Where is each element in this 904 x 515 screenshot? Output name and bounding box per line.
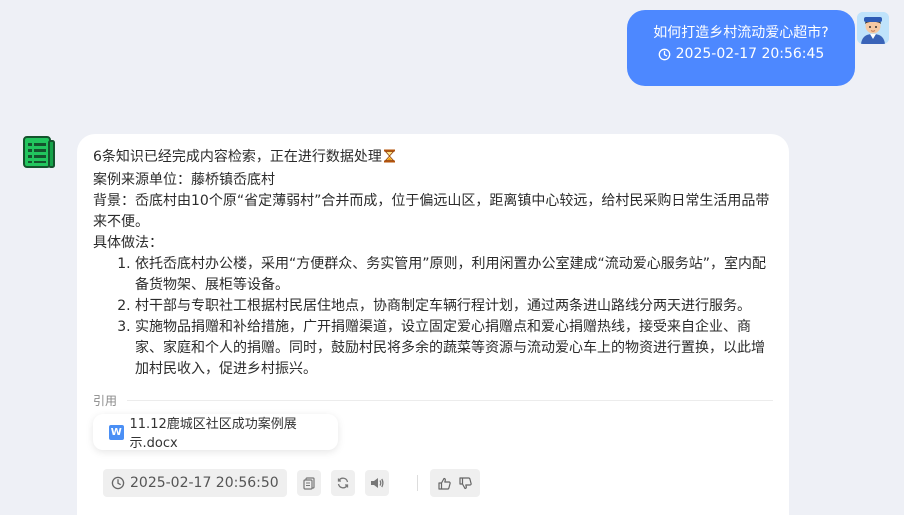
user-message-time: 2025-02-17 20:56:45 <box>627 43 855 65</box>
clock-icon <box>111 476 125 490</box>
divider-line <box>127 400 773 401</box>
citation-label: 引用 <box>93 394 118 408</box>
method-steps: 依托岙底村办公楼，采用“方便群众、务实管用”原则，利用闲置办公室建成“流动爱心服… <box>93 254 773 380</box>
actions-divider <box>416 475 418 491</box>
user-timestamp: 2025-02-17 20:56:45 <box>675 46 825 62</box>
user-avatar[interactable] <box>857 12 889 44</box>
user-message-bubble: 如何打造乡村流动爱心超市? 2025-02-17 20:56:45 <box>627 10 855 86</box>
bot-message-time: 2025-02-17 20:56:50 <box>103 469 287 497</box>
bot-answer-content: 6条知识已经完成内容检索，正在进行数据处理 案例来源单位：藤桥镇岙底村 背景：岙… <box>93 147 773 380</box>
clock-icon <box>658 48 670 60</box>
citation-file-chip[interactable]: W 11.12鹿城区社区成功案例展示.docx <box>93 414 338 451</box>
hourglass-icon <box>383 149 396 170</box>
user-question-text: 如何打造乡村流动爱心超市? <box>653 25 829 41</box>
copy-button[interactable] <box>296 470 321 496</box>
citation-file-name: 11.12鹿城区社区成功案例展示.docx <box>129 417 297 451</box>
speak-button[interactable] <box>364 470 389 496</box>
bot-timestamp: 2025-02-17 20:56:50 <box>130 475 279 491</box>
document-list-icon <box>23 136 55 168</box>
background-text: 背景：岙底村由10个原“省定薄弱村”合并而成，位于偏远山区，距离镇中心较远，给村… <box>93 193 770 230</box>
refresh-icon <box>337 477 348 489</box>
copy-icon <box>303 477 315 490</box>
word-doc-icon: W <box>109 424 124 440</box>
citation-divider: 引用 <box>93 392 773 408</box>
step-item: 依托岙底村办公楼，采用“方便群众、务实管用”原则，利用闲置办公室建成“流动爱心服… <box>135 254 773 296</box>
feedback-group <box>429 469 480 497</box>
message-actions: 2025-02-17 20:56:50 <box>103 469 480 497</box>
bot-answer-card: 6条知识已经完成内容检索，正在进行数据处理 案例来源单位：藤桥镇岙底村 背景：岙… <box>77 134 789 515</box>
retrieval-status: 6条知识已经完成内容检索，正在进行数据处理 <box>93 147 773 170</box>
status-text: 6条知识已经完成内容检索，正在进行数据处理 <box>93 149 382 165</box>
speaker-icon <box>370 478 384 488</box>
step-item: 实施物品捐赠和补给措施，广开捐赠渠道，设立固定爱心捐赠点和爱心捐赠热线，接受来自… <box>135 317 773 380</box>
method-heading: 具体做法： <box>93 235 163 251</box>
source-unit: 案例来源单位：藤桥镇岙底村 <box>93 172 275 188</box>
thumbs-up-icon[interactable] <box>437 476 452 491</box>
step-item: 村干部与专职社工根据村民居住地点，协商制定车辆行程计划，通过两条进山路线分两天进… <box>135 296 773 317</box>
bot-avatar <box>22 135 56 169</box>
thumbs-down-icon[interactable] <box>458 476 473 491</box>
avatar-illustration <box>857 12 889 44</box>
regenerate-button[interactable] <box>330 470 355 496</box>
